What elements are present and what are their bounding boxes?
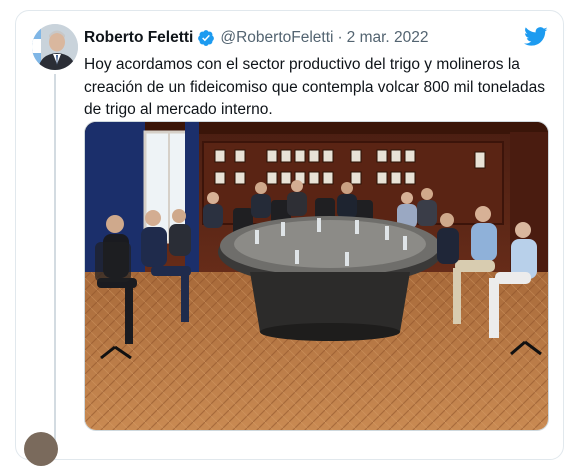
- verified-badge-icon: [198, 30, 215, 46]
- next-tweet-avatar[interactable]: [24, 432, 58, 466]
- twitter-bird-icon[interactable]: [524, 27, 548, 47]
- thread-line: [54, 74, 56, 446]
- author-avatar[interactable]: [32, 24, 78, 70]
- tweet-header: Roberto Feletti @RobertoFeletti · 2 mar.…: [84, 29, 429, 47]
- header-separator: ·: [337, 29, 343, 46]
- author-handle[interactable]: @RobertoFeletti: [220, 29, 333, 47]
- tweet-card[interactable]: Roberto Feletti @RobertoFeletti · 2 mar.…: [15, 10, 564, 460]
- tweet-photo[interactable]: [84, 121, 549, 431]
- author-name[interactable]: Roberto Feletti: [84, 29, 193, 47]
- tweet-date[interactable]: 2 mar. 2022: [347, 29, 429, 47]
- tweet-text: Hoy acordamos con el sector productivo d…: [84, 56, 545, 118]
